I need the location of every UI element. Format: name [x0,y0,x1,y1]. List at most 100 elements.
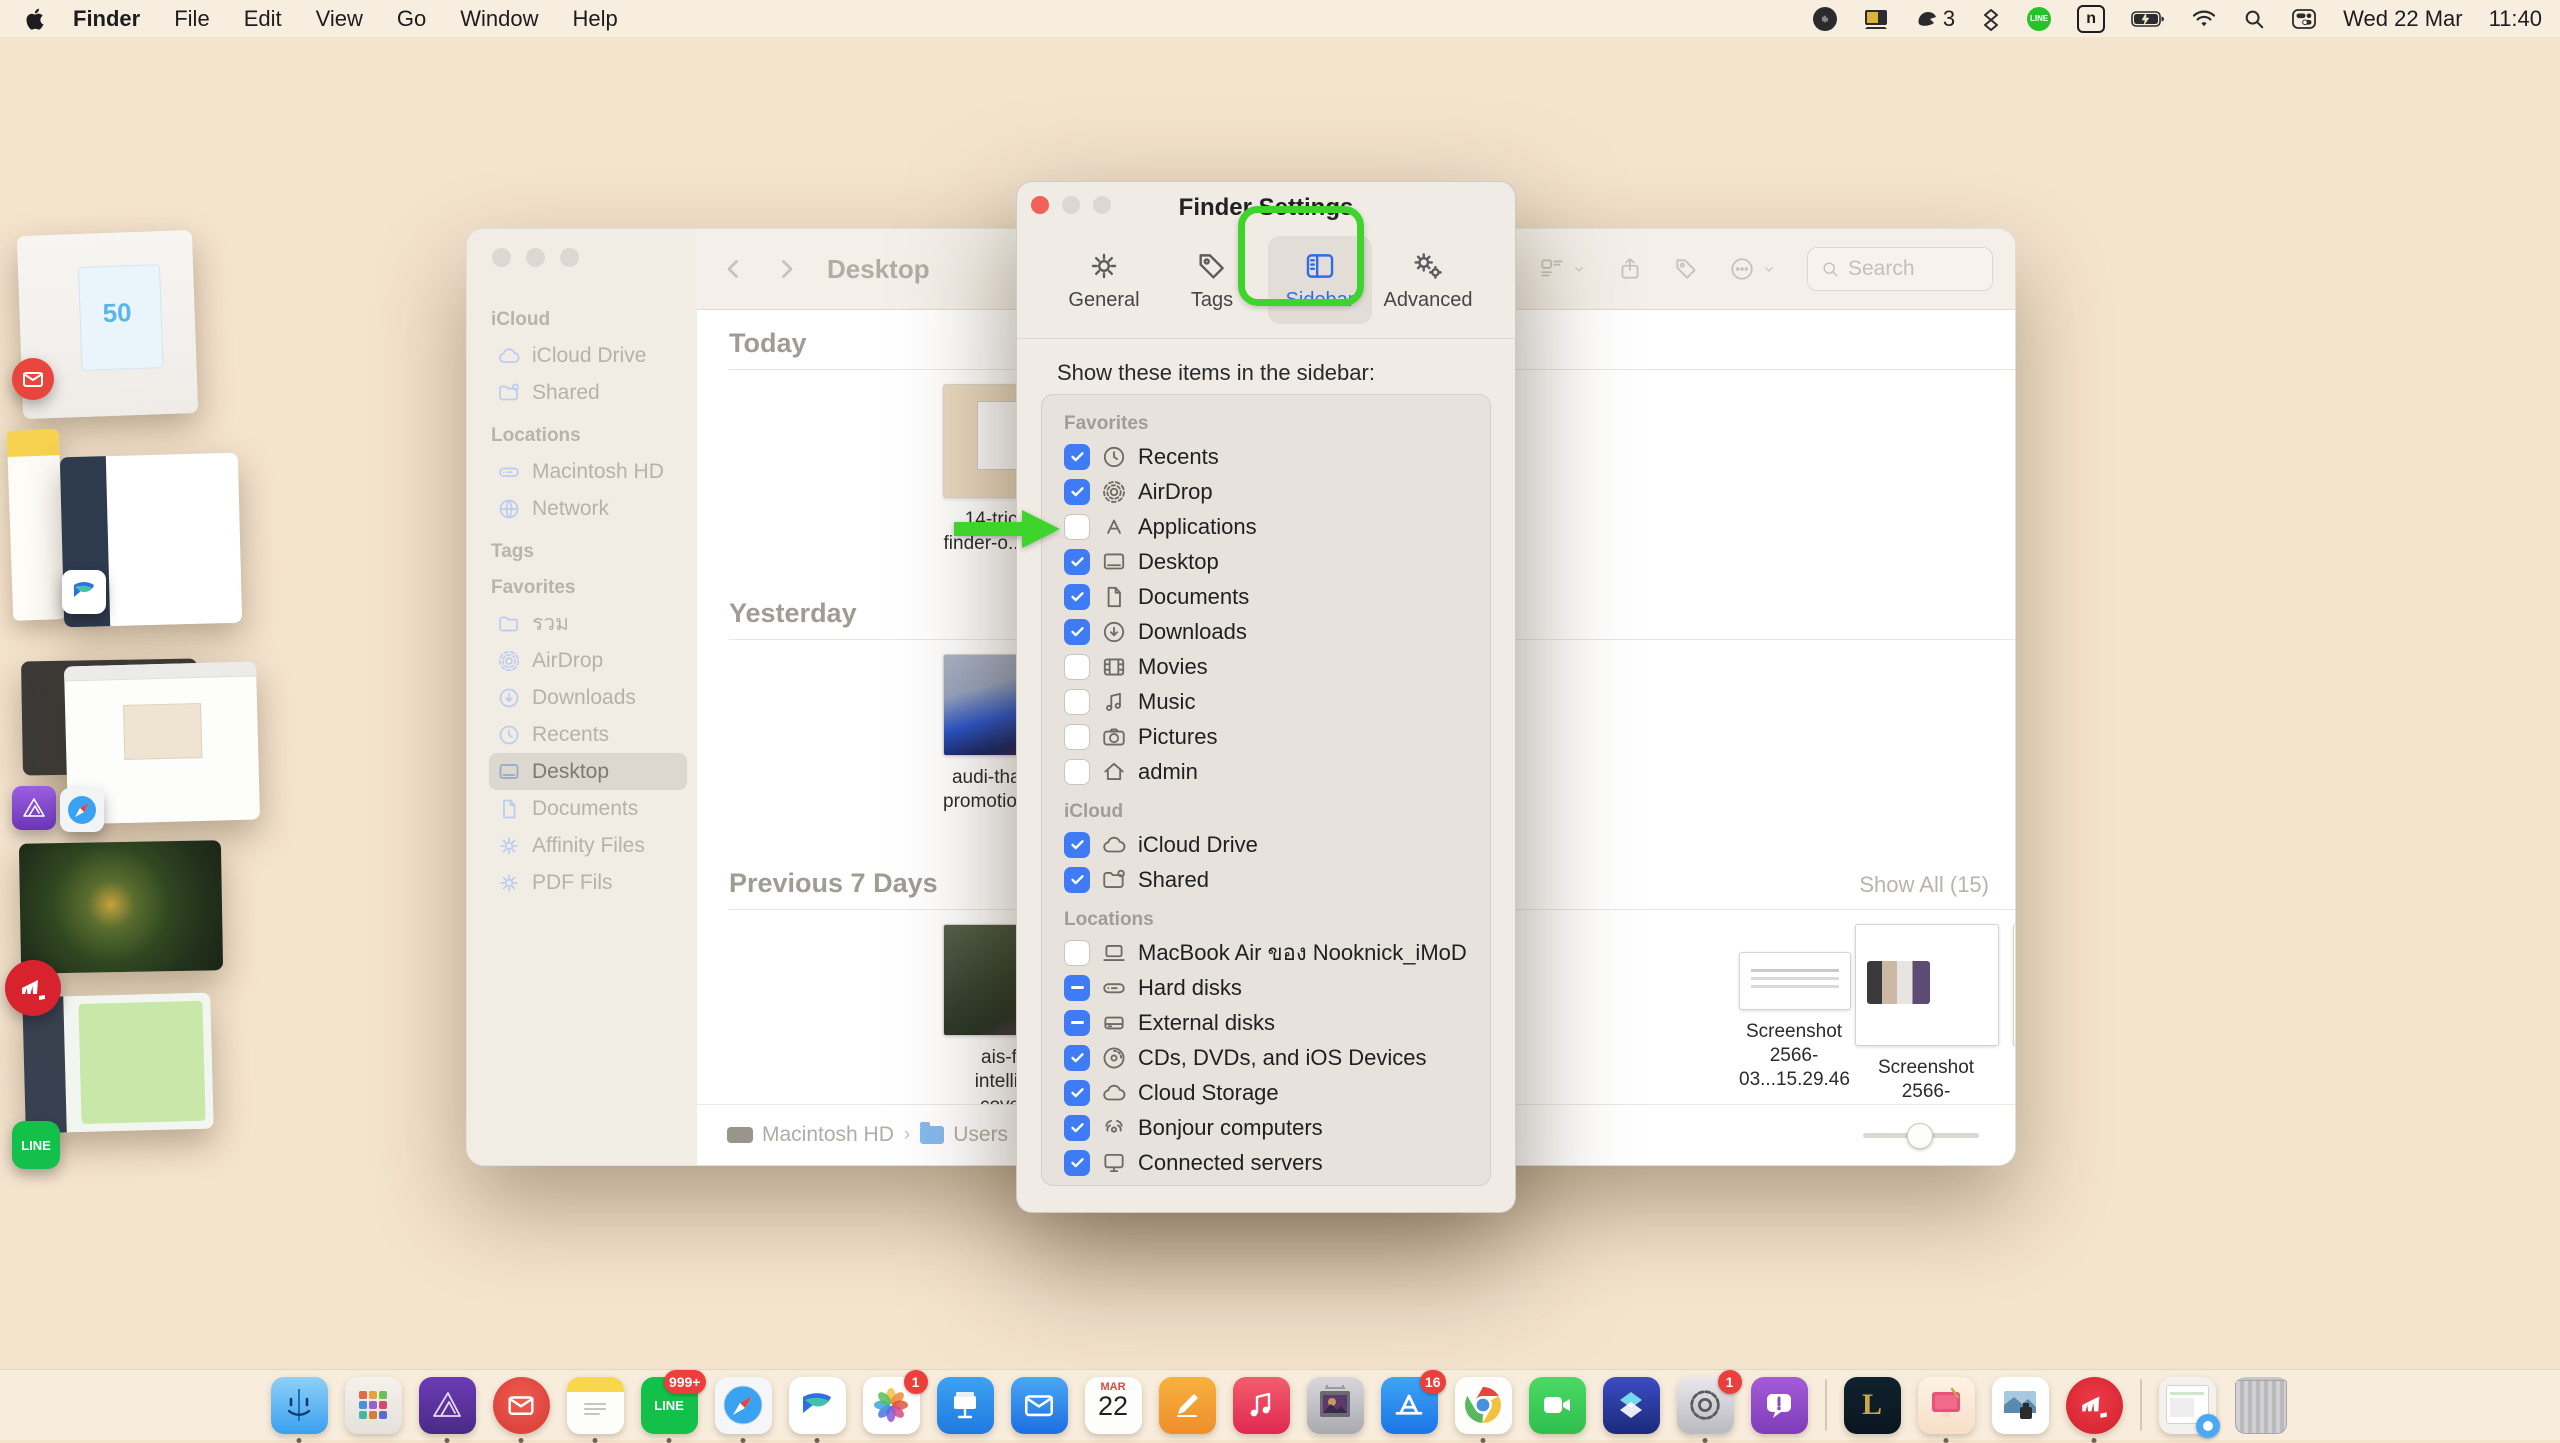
checkbox-connected-servers[interactable] [1064,1150,1090,1176]
menu-item-edit[interactable]: Edit [227,0,299,37]
dock-item-system-settings[interactable]: 1 [1677,1377,1734,1434]
line-status-icon[interactable]: LINE [2027,7,2051,31]
menu-item-go[interactable]: Go [380,0,443,37]
game-window-preview[interactable] [19,840,223,974]
dock-item-feedback-assistant[interactable] [1751,1377,1808,1434]
sidebar-item-airdrop[interactable]: AirDrop [489,642,687,679]
battery-status-icon[interactable] [2131,10,2165,28]
checkbox-desktop[interactable] [1064,549,1090,575]
checkbox-applications[interactable] [1064,514,1090,540]
dock-item-keynote[interactable] [937,1377,994,1434]
forward-button[interactable] [771,254,801,284]
dock-item-safari[interactable] [715,1377,772,1434]
back-button[interactable] [719,254,749,284]
checkbox-airdrop[interactable] [1064,479,1090,505]
tags-button[interactable] [1673,256,1699,282]
dock-item-app-store[interactable]: 16 [1381,1377,1438,1434]
display-status-icon[interactable] [1863,8,1889,30]
checkbox-shared[interactable] [1064,867,1090,893]
checkbox-admin[interactable] [1064,759,1090,785]
dock-item-facetime[interactable] [1529,1377,1586,1434]
group-by-button[interactable] [1539,256,1587,282]
dock-item-image-capture[interactable] [1307,1377,1364,1434]
menu-item-window[interactable]: Window [443,0,555,37]
dock-item-league-of-legends[interactable]: L [1844,1377,1901,1434]
checkbox-recents[interactable] [1064,444,1090,470]
dock-item-trash[interactable] [2233,1377,2290,1434]
notes-window-preview[interactable] [7,429,66,621]
checkbox-cloud-storage[interactable] [1064,1080,1090,1106]
dock-item-line[interactable]: LINE999+ [641,1377,698,1434]
checkbox-icloud-drive[interactable] [1064,832,1090,858]
status-app-icon[interactable] [1813,7,1837,31]
menu-item-finder[interactable]: Finder [56,0,157,37]
dock-item-shortcuts[interactable] [1603,1377,1660,1434]
sidebar-item-shared[interactable]: Shared [489,374,687,411]
control-center-icon[interactable] [2291,8,2317,30]
sidebar-item-icloud-drive[interactable]: iCloud Drive [489,337,687,374]
checkbox-downloads[interactable] [1064,619,1090,645]
sidebar-item-documents[interactable]: Documents [489,790,687,827]
dock-item-photos[interactable]: 1 [863,1377,920,1434]
dock-item-chrome[interactable] [1455,1377,1512,1434]
checkbox-external-disks[interactable] [1064,1010,1090,1036]
share-button[interactable] [1617,256,1643,282]
menu-bar-date[interactable]: Wed 22 Mar [2343,6,2462,32]
apple-menu-icon[interactable] [26,7,46,31]
sidebar-item-[interactable]: รวม [489,605,687,642]
checkbox-hard-disks[interactable] [1064,975,1090,1001]
dock-item-riot-client[interactable] [2066,1377,2123,1434]
minimize-button[interactable] [526,248,545,267]
spotlight-search-icon[interactable] [2243,8,2265,30]
checkbox-music[interactable] [1064,689,1090,715]
more-actions-button[interactable] [1729,256,1777,282]
path-segment-macintosh-hd[interactable]: Macintosh HD [727,1123,894,1147]
dock-item-bird-app[interactable] [789,1377,846,1434]
checkbox-pictures[interactable] [1064,724,1090,750]
file-item[interactable]: Screenshot 2566-03...13.16.05 [1855,924,1997,1105]
dock-item-apple-mail[interactable] [1011,1377,1068,1434]
search-field[interactable]: Search [1807,247,1993,291]
sidebar-item-recents[interactable]: Recents [489,716,687,753]
menu-item-view[interactable]: View [299,0,380,37]
checkbox-cds-dvds-and-ios-devices[interactable] [1064,1045,1090,1071]
slider-knob[interactable] [1907,1123,1933,1149]
dock-item-calendar[interactable]: MAR22 [1085,1377,1142,1434]
file-item[interactable]: Screenshot 2566-03...15.29.46 [1739,952,1849,1092]
dock-item-mail-red[interactable] [493,1377,550,1434]
notion-status-icon[interactable]: n [2077,5,2105,33]
thumbnail-size-slider[interactable] [1863,1123,1979,1147]
sidebar-item-downloads[interactable]: Downloads [489,679,687,716]
dock-item-preview[interactable] [1992,1377,2049,1434]
menu-item-help[interactable]: Help [556,0,635,37]
checkbox-macbook-air-nooknick-imod[interactable] [1064,940,1090,966]
dock-item-cleanmymac[interactable] [1918,1377,1975,1434]
dock-item-minimized-window[interactable] [2159,1377,2216,1434]
file-item[interactable]: Screenshot 2566-03...t 13.16.11 [2013,924,2015,1105]
menu-bar-time[interactable]: 11:40 [2489,6,2542,32]
close-button[interactable] [492,248,511,267]
dock-item-notes[interactable] [567,1377,624,1434]
line-window-preview[interactable] [22,993,213,1134]
zoom-button[interactable] [560,248,579,267]
tab-advanced[interactable]: Advanced [1376,236,1480,324]
dock-item-music[interactable] [1233,1377,1290,1434]
path-segment-users[interactable]: Users [920,1123,1008,1147]
checkbox-bonjour-computers[interactable] [1064,1115,1090,1141]
sidebar-item-macintosh-hd[interactable]: Macintosh HD [489,453,687,490]
bird-status-icon[interactable]: 3 [1915,6,1955,32]
dock-item-finder[interactable] [271,1377,328,1434]
dock-item-pages[interactable] [1159,1377,1216,1434]
tab-general[interactable]: General [1052,236,1156,324]
dock-item-launchpad[interactable] [345,1377,402,1434]
checkbox-movies[interactable] [1064,654,1090,680]
stack-status-icon[interactable] [1981,7,2001,31]
menu-item-file[interactable]: File [157,0,226,37]
dock-item-affinity-photo[interactable] [419,1377,476,1434]
sidebar-item-affinity-files[interactable]: Affinity Files [489,827,687,864]
sidebar-item-pdf-fils[interactable]: PDF Fils [489,864,687,901]
sidebar-item-desktop[interactable]: Desktop [489,753,687,790]
wifi-status-icon[interactable] [2191,9,2217,29]
checkbox-documents[interactable] [1064,584,1090,610]
show-all-link[interactable]: Show All (15) [1859,872,1989,898]
